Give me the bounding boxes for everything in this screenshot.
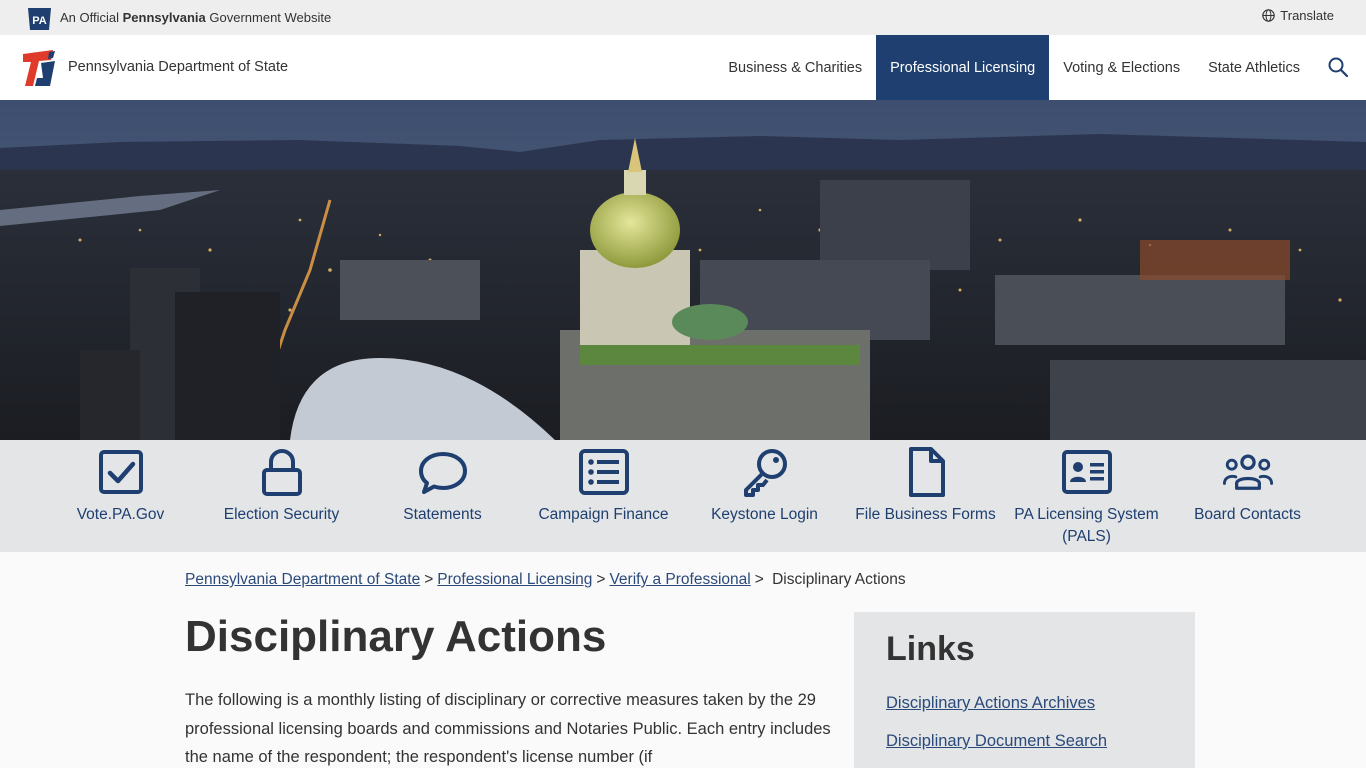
- intro-paragraph: The following is a monthly listing of di…: [185, 691, 831, 766]
- pa-keystone-icon: PA: [28, 8, 51, 30]
- breadcrumb-link-verify-professional[interactable]: Verify a Professional: [609, 571, 750, 588]
- breadcrumb-separator: >: [596, 571, 606, 588]
- site-header: Pennsylvania Department of State Busines…: [0, 35, 1366, 100]
- quick-link-label: Campaign Finance: [538, 506, 669, 523]
- quick-link-campaign-finance[interactable]: Campaign Finance: [523, 446, 684, 526]
- translate-label: Translate: [1280, 8, 1334, 23]
- speech-bubble-icon: [418, 452, 467, 494]
- document-icon: [908, 447, 945, 497]
- main-navigation: Business & Charities Professional Licens…: [714, 35, 1314, 100]
- translate-button[interactable]: Translate: [1262, 8, 1334, 23]
- capitol-skyline-image: [0, 100, 1366, 440]
- breadcrumb-separator: >: [424, 571, 434, 588]
- official-government-bar: PA An Official Pennsylvania Government W…: [0, 0, 1366, 35]
- quick-link-label: Election Security: [223, 506, 340, 523]
- lock-icon: [261, 449, 302, 496]
- links-panel: Links Disciplinary Actions Archives Disc…: [854, 612, 1195, 768]
- quick-link-label: Keystone Login: [711, 506, 818, 523]
- quick-links-bar: Vote.PA.Gov Election Security Statements…: [0, 440, 1366, 552]
- nav-state-athletics[interactable]: State Athletics: [1194, 35, 1314, 100]
- department-logo-icon[interactable]: [19, 48, 59, 88]
- state-name: Pennsylvania: [122, 10, 206, 25]
- quick-link-label: File Business Forms: [855, 506, 996, 523]
- hero-image: [0, 100, 1366, 440]
- nav-business-charities[interactable]: Business & Charities: [714, 35, 876, 100]
- list-icon: [578, 449, 629, 495]
- page-title: Disciplinary Actions: [185, 612, 607, 661]
- checkbox-icon: [98, 450, 143, 494]
- nav-professional-licensing[interactable]: Professional Licensing: [876, 35, 1050, 100]
- svg-text:PA: PA: [32, 15, 47, 27]
- nav-voting-elections[interactable]: Voting & Elections: [1049, 35, 1194, 100]
- breadcrumb-current: Disciplinary Actions: [772, 571, 906, 588]
- quick-link-vote[interactable]: Vote.PA.Gov: [40, 446, 201, 526]
- quick-link-label: Statements: [403, 506, 482, 523]
- users-icon: [1222, 454, 1273, 490]
- quick-link-statements[interactable]: Statements: [362, 446, 523, 526]
- breadcrumb: Pennsylvania Department of State > Profess…: [185, 571, 906, 589]
- quick-link-election-security[interactable]: Election Security: [201, 446, 362, 526]
- breadcrumb-link-department[interactable]: Pennsylvania Department of State: [185, 571, 420, 588]
- breadcrumb-link-professional-licensing[interactable]: Professional Licensing: [437, 571, 592, 588]
- globe-icon: [1262, 9, 1276, 22]
- id-card-icon: [1061, 450, 1112, 494]
- quick-link-keystone-login[interactable]: Keystone Login: [684, 446, 845, 526]
- link-disciplinary-actions-archives[interactable]: Disciplinary Actions Archives: [886, 694, 1095, 713]
- links-panel-title: Links: [886, 630, 975, 668]
- agency-name-link[interactable]: Pennsylvania Department of State: [68, 59, 288, 75]
- official-website-notice: An Official Pennsylvania Government Webs…: [60, 10, 332, 25]
- quick-link-label: Board Contacts: [1194, 506, 1301, 523]
- search-icon[interactable]: [1326, 55, 1350, 79]
- quick-link-file-business-forms[interactable]: File Business Forms: [845, 446, 1006, 526]
- quick-link-board-contacts[interactable]: Board Contacts: [1167, 446, 1328, 526]
- quick-link-pals[interactable]: PA Licensing System (PALS): [1006, 446, 1167, 548]
- quick-link-label: PA Licensing System (PALS): [1014, 506, 1159, 545]
- key-icon: [743, 449, 787, 497]
- breadcrumb-separator: >: [754, 571, 764, 588]
- link-disciplinary-document-search[interactable]: Disciplinary Document Search: [886, 732, 1107, 751]
- quick-link-label: Vote.PA.Gov: [76, 506, 165, 523]
